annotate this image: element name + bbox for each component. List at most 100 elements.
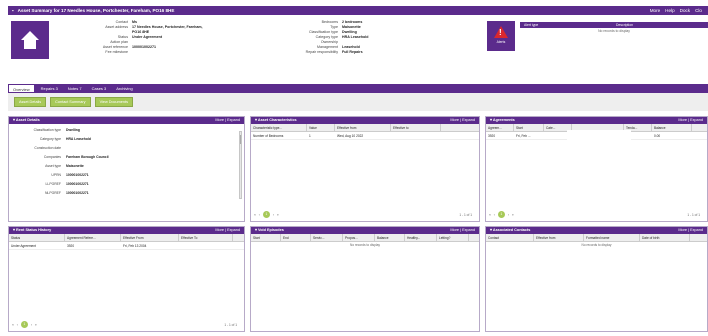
alerts-button[interactable]: ! Alerts xyxy=(487,21,515,51)
table-row[interactable]: Number of Bedrooms 1 Wed, Aug 10 2022 xyxy=(251,132,479,140)
empty-message: No records to display xyxy=(350,243,380,247)
detail-label: Companies xyxy=(43,155,61,159)
detail-value: Dwelling xyxy=(66,128,80,132)
redacted-region xyxy=(567,130,631,154)
window-icon: ▪ xyxy=(12,8,14,13)
last-page-icon[interactable]: » xyxy=(512,213,514,217)
table-cell: 3920 xyxy=(488,134,496,138)
prev-page-icon[interactable]: ‹ xyxy=(17,323,18,327)
next-page-icon[interactable]: › xyxy=(273,213,274,217)
tab-notes[interactable]: Notes 7 xyxy=(64,84,86,93)
last-page-icon[interactable]: » xyxy=(35,323,37,327)
panel-tools[interactable]: More | Expand xyxy=(678,227,703,234)
detail-label: UPRN xyxy=(51,173,61,177)
column-header[interactable]: Status xyxy=(9,234,65,241)
column-header[interactable]: Effective from xyxy=(335,124,391,131)
asset-details-button[interactable]: Asset Details xyxy=(14,97,47,107)
detail-value: 100001002271 xyxy=(66,182,89,186)
toolbar: Asset Details Contact Summary View Docum… xyxy=(8,93,708,111)
detail-value: 100001002271 xyxy=(66,173,89,177)
detail-label: NLPGREF xyxy=(44,191,61,195)
first-page-icon[interactable]: « xyxy=(254,213,256,217)
panel-title: Void Episodes xyxy=(257,228,284,232)
view-documents-button[interactable]: View Documents xyxy=(94,97,133,107)
column-header[interactable]: Agreement Refere... xyxy=(65,234,121,241)
current-page[interactable]: 1 xyxy=(20,321,28,328)
page-count: 1 - 1 of 1 xyxy=(224,322,237,327)
column-header[interactable]: Propos... xyxy=(343,234,375,241)
panel-title: Associated Contacts xyxy=(492,228,531,232)
first-page-icon[interactable]: « xyxy=(489,213,491,217)
column-header[interactable]: Balance xyxy=(375,234,405,241)
column-header[interactable]: Healthy... xyxy=(405,234,437,241)
empty-message: No records to display xyxy=(581,243,612,247)
detail-value: Fareham Borough Council xyxy=(66,155,109,159)
detail-value: HRA Leasehold xyxy=(66,137,91,141)
column-header[interactable]: Date of birth xyxy=(640,234,690,241)
prev-page-icon[interactable]: ‹ xyxy=(494,213,495,217)
column-header[interactable]: Effective to xyxy=(391,124,441,131)
column-header[interactable]: Start xyxy=(251,234,281,241)
table-cell xyxy=(179,242,233,249)
column-header[interactable]: Characteristic type... xyxy=(251,124,307,131)
contact-summary-button[interactable]: Contact Summary xyxy=(50,97,91,107)
column-header[interactable]: Agreem... xyxy=(486,124,514,131)
page-count: 1 - 1 of 1 xyxy=(687,212,700,217)
asset-address-label: Asset address xyxy=(105,25,128,29)
window-title-bar: ▪ Asset Summary for 17 Needles House, Por… xyxy=(8,6,708,15)
table-cell: 3920 xyxy=(67,244,75,248)
warning-icon: ! xyxy=(494,26,508,38)
pager: «‹ 1 ›» 1 - 1 of 1 xyxy=(489,211,704,218)
panel-tools[interactable]: More | Expand xyxy=(450,117,475,124)
column-header[interactable]: Letting? xyxy=(437,234,469,241)
column-header[interactable]: Value xyxy=(307,124,335,131)
current-page[interactable]: 1 xyxy=(262,211,270,218)
help-link[interactable]: Help xyxy=(665,6,674,15)
detail-value: Maisonette xyxy=(66,164,84,168)
alert-type-header[interactable]: Alert type xyxy=(520,22,612,28)
current-page[interactable]: 1 xyxy=(497,211,505,218)
panel-title: Asset Details xyxy=(15,118,40,122)
next-page-icon[interactable]: › xyxy=(508,213,509,217)
tab-cases[interactable]: Cases 3 xyxy=(88,84,111,93)
asset-summary-right: Bedrooms 2 bedrooms Type Maisonette Classi… xyxy=(286,20,369,55)
status-value: Under Agreement xyxy=(132,35,163,39)
repair-responsibility-label: Repair responsibility xyxy=(305,50,338,54)
asset-summary-left: Contact Ms Asset address 17 Needles House,… xyxy=(80,20,206,55)
pager: «‹ 1 ›» 1 - 1 of 1 xyxy=(254,211,476,218)
column-header[interactable]: Effective To xyxy=(179,234,233,241)
column-header[interactable]: Effective from xyxy=(534,234,584,241)
scrollbar[interactable] xyxy=(239,131,242,199)
first-page-icon[interactable]: « xyxy=(12,323,14,327)
column-header[interactable]: Balance xyxy=(652,124,692,131)
table-row[interactable]: Under Agreement 3920 Fri, Feb 13 2004 xyxy=(9,242,244,250)
column-header[interactable]: Formatted name xyxy=(584,234,640,241)
rent-status-panel: ▾ Rent Status History More | Expand Statu… xyxy=(8,226,245,332)
panel-tools[interactable]: More | Expand xyxy=(450,227,475,234)
column-header[interactable]: Start xyxy=(514,124,544,131)
panel-tools[interactable]: More | Expand xyxy=(678,117,703,124)
panel-tools[interactable]: More | Expand xyxy=(215,117,240,124)
prev-page-icon[interactable]: ‹ xyxy=(259,213,260,217)
fee-milestone-label: Fee milestone xyxy=(105,50,128,54)
tab-repairs[interactable]: Repairs 3 xyxy=(37,84,62,93)
column-header[interactable]: Contact xyxy=(486,234,534,241)
panel-tools[interactable]: More | Expand xyxy=(215,227,240,234)
detail-label: LLPGREF xyxy=(45,182,61,186)
alert-description-header[interactable]: Description xyxy=(612,22,633,28)
detail-label: Asset type xyxy=(45,164,61,168)
next-page-icon[interactable]: › xyxy=(31,323,32,327)
table-cell: Number of Bedrooms xyxy=(253,134,284,138)
dock-link[interactable]: Dock xyxy=(680,6,690,15)
tab-archiving[interactable]: Archiving xyxy=(112,84,136,93)
page-count: 1 - 1 of 1 xyxy=(459,212,472,217)
close-link[interactable]: Clo xyxy=(695,6,702,15)
more-link[interactable]: More xyxy=(650,6,660,15)
tab-overview[interactable]: Overview xyxy=(8,84,35,93)
alerts-label: Alerts xyxy=(496,40,506,44)
detail-label: Category type xyxy=(39,137,61,141)
column-header[interactable]: Effective From xyxy=(121,234,179,241)
column-header[interactable]: Servic... xyxy=(311,234,343,241)
last-page-icon[interactable]: » xyxy=(277,213,279,217)
column-header[interactable]: End xyxy=(281,234,311,241)
